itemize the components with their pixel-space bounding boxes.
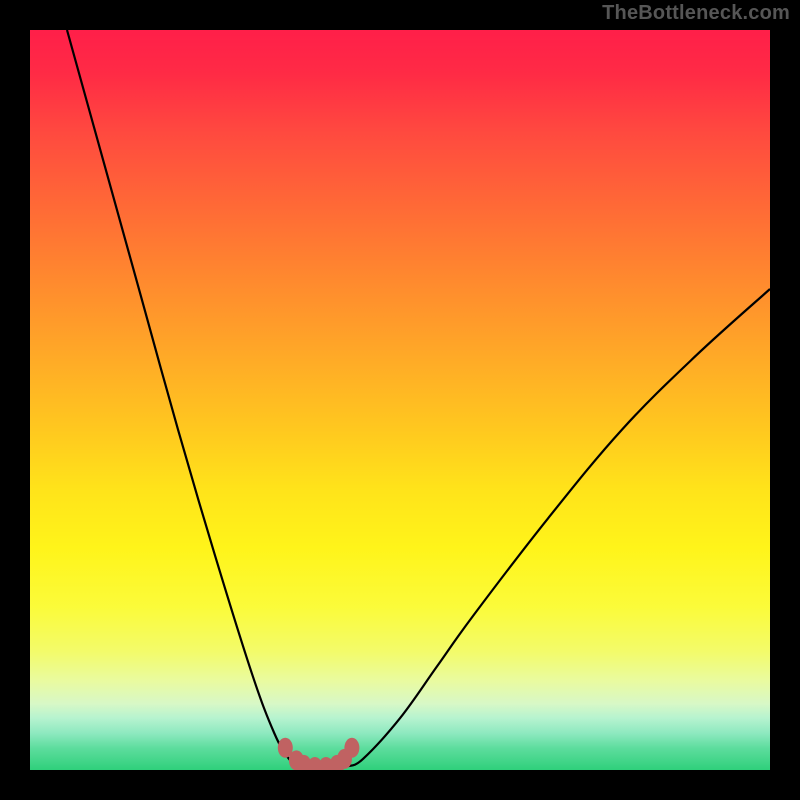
right-curve [348,289,770,766]
plot-area [30,30,770,770]
curve-layer [30,30,770,770]
dip-markers [278,738,360,770]
left-curve [67,30,300,766]
chart-frame: TheBottleneck.com [0,0,800,800]
attribution-text: TheBottleneck.com [602,2,790,25]
dip-marker [344,738,359,758]
